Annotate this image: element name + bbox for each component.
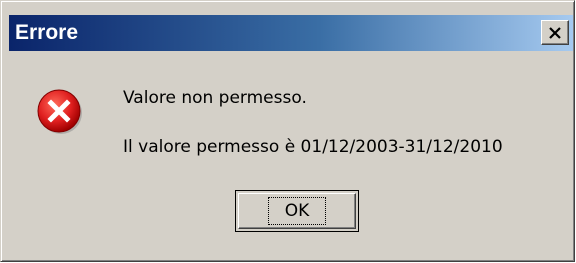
error-message-line1: Valore non permesso. [123, 88, 307, 108]
title-bar[interactable]: Errore [9, 15, 573, 51]
close-icon [549, 26, 561, 39]
ok-button-label: OK [267, 197, 327, 225]
dialog-content: Valore non permesso. Il valore permesso … [9, 51, 573, 256]
error-icon [37, 89, 82, 134]
error-message-line2: Il valore permesso è 01/12/2003-31/12/20… [123, 137, 503, 157]
ok-button[interactable]: OK [235, 190, 359, 232]
close-button[interactable] [541, 20, 569, 45]
error-dialog: Errore Valore non permesso. Il valore pe… [0, 0, 575, 262]
dialog-title: Errore [15, 21, 79, 44]
ok-button-face[interactable]: OK [238, 193, 356, 229]
